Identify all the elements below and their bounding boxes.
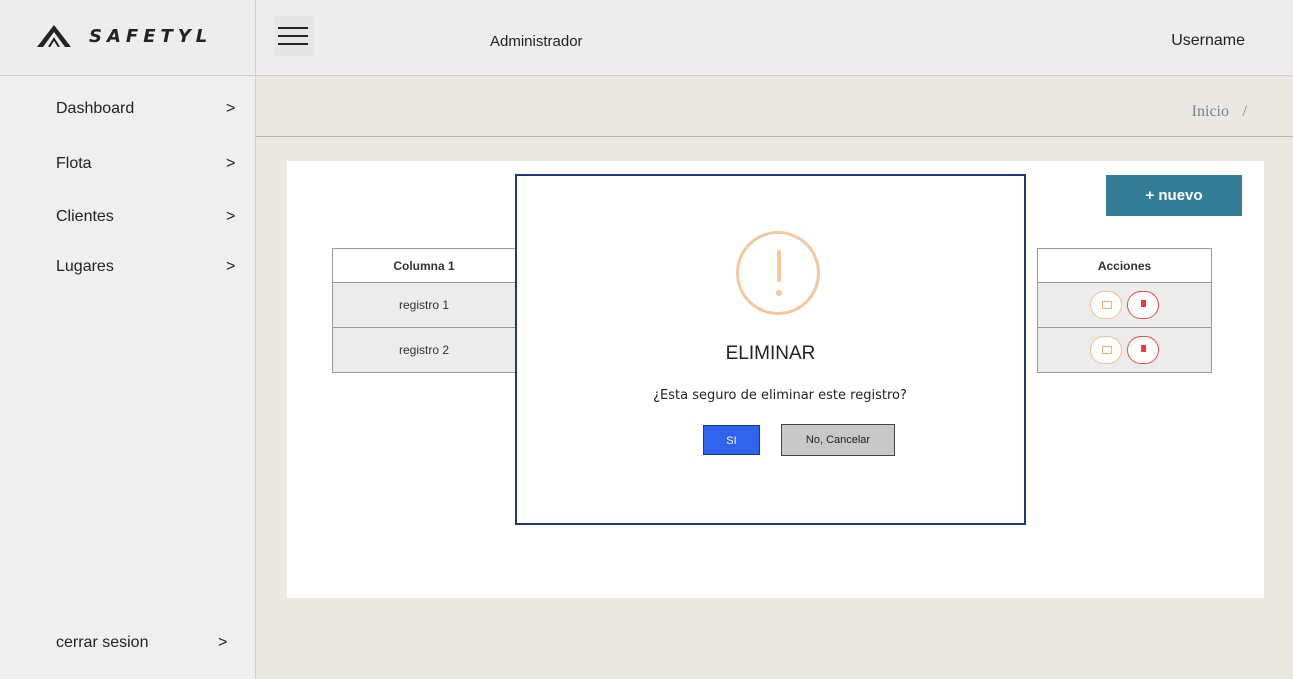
dialog-title: ELIMINAR bbox=[725, 343, 816, 364]
cancel-button[interactable]: No, Cancelar bbox=[781, 424, 895, 456]
confirm-button[interactable]: SI bbox=[703, 425, 760, 455]
sidebar-item-label: Clientes bbox=[56, 208, 114, 225]
edit-icon[interactable] bbox=[1089, 336, 1122, 364]
chevron-right-icon: > bbox=[226, 258, 236, 275]
breadcrumb-home-link[interactable]: Inicio bbox=[1192, 103, 1229, 121]
brand-logo[interactable]: SAFETYL bbox=[0, 0, 255, 76]
sidebar: SAFETYL Dashboard > Flota > Clientes > L… bbox=[0, 0, 256, 679]
sidebar-item-label: Lugares bbox=[56, 258, 114, 275]
breadcrumb: Inicio / bbox=[256, 76, 1293, 137]
chevron-right-icon: > bbox=[226, 155, 236, 172]
dialog-message: ¿Esta seguro de eliminar este registro? bbox=[653, 388, 907, 403]
logout-button[interactable]: cerrar sesion > bbox=[0, 628, 255, 658]
table-cell: registro 1 bbox=[332, 282, 516, 328]
chevron-right-icon: > bbox=[226, 208, 236, 225]
actions-cell bbox=[1037, 327, 1212, 373]
sidebar-item-dashboard[interactable]: Dashboard > bbox=[0, 94, 255, 124]
hamburger-menu-icon[interactable] bbox=[274, 16, 314, 56]
column-header: Columna 1 bbox=[332, 248, 516, 283]
edit-icon[interactable] bbox=[1089, 291, 1122, 319]
sidebar-item-lugares[interactable]: Lugares > bbox=[0, 252, 255, 282]
delete-confirm-dialog: ELIMINAR ¿Esta seguro de eliminar este r… bbox=[515, 174, 1026, 525]
logo-icon bbox=[37, 25, 71, 47]
username-menu[interactable]: Username bbox=[1171, 32, 1245, 50]
sidebar-item-label: Flota bbox=[56, 155, 92, 172]
table-cell: registro 2 bbox=[332, 327, 516, 373]
chevron-right-icon: > bbox=[226, 100, 236, 117]
delete-icon[interactable] bbox=[1127, 291, 1160, 319]
sidebar-item-flota[interactable]: Flota > bbox=[0, 149, 255, 179]
top-bar: Administrador Username bbox=[256, 0, 1293, 76]
sidebar-item-label: Dashboard bbox=[56, 100, 135, 117]
brand-name: SAFETYL bbox=[89, 26, 213, 47]
column-header-actions: Acciones bbox=[1037, 248, 1212, 283]
warning-icon bbox=[736, 231, 820, 315]
actions-cell bbox=[1037, 282, 1212, 328]
new-record-button[interactable]: + nuevo bbox=[1106, 175, 1242, 216]
logout-label: cerrar sesion bbox=[56, 634, 149, 651]
chevron-right-icon: > bbox=[218, 634, 228, 651]
role-label: Administrador bbox=[490, 33, 583, 50]
sidebar-item-clientes[interactable]: Clientes > bbox=[0, 202, 255, 232]
breadcrumb-separator: / bbox=[1242, 103, 1247, 120]
delete-icon[interactable] bbox=[1127, 336, 1160, 364]
